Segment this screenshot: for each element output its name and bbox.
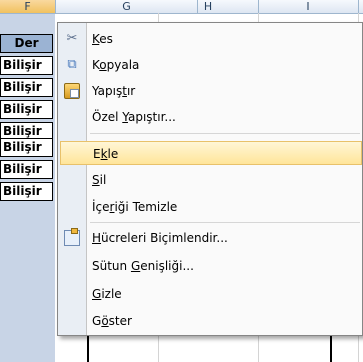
copy-icon: ⧉ <box>67 57 77 72</box>
menu-item-hucreleri-bicimlendir[interactable]: Hücreleri Biçimlendir... <box>60 226 362 250</box>
paste-icon <box>64 83 80 99</box>
cell[interactable]: Bilişir <box>0 100 53 119</box>
cell[interactable]: Bilişir <box>0 56 53 75</box>
menu-item-sil[interactable]: Sil <box>60 168 362 192</box>
context-menu: ✂ Kes ⧉ Kopyala Yapıştır Özel Yapıştır..… <box>57 22 363 336</box>
menu-item-goster[interactable]: Göster <box>60 309 362 333</box>
menu-item-label: İçeriği Temizle <box>92 200 178 214</box>
menu-item-yapistir[interactable]: Yapıştır <box>60 79 362 103</box>
cell[interactable]: Bilişir <box>0 182 53 201</box>
menu-item-kopyala[interactable]: ⧉ Kopyala <box>60 53 362 77</box>
menu-item-label: Hücreleri Biçimlendir... <box>92 231 228 245</box>
menu-item-label: Kopyala <box>92 58 140 72</box>
menu-item-icerigi-temizle[interactable]: İçeriği Temizle <box>60 195 362 219</box>
menu-item-kes[interactable]: ✂ Kes <box>60 27 362 51</box>
cell[interactable]: Bilişir <box>0 78 53 97</box>
cell-header[interactable]: Der <box>0 34 53 53</box>
column-header-row: F G H I <box>0 0 363 14</box>
menu-separator <box>90 133 360 134</box>
menu-item-label: Sütun Genişliği... <box>92 259 194 273</box>
cell[interactable]: Bilişir <box>0 160 53 179</box>
menu-item-label: Kes <box>92 32 113 46</box>
menu-item-ozel-yapistir[interactable]: Özel Yapıştır... <box>60 105 362 129</box>
column-header-i[interactable]: I <box>258 0 359 13</box>
menu-item-sutun-genisligi[interactable]: Sütun Genişliği... <box>60 254 362 278</box>
menu-item-label: Yapıştır <box>92 84 136 98</box>
menu-item-label: Göster <box>92 314 132 328</box>
menu-item-label: Sil <box>92 173 107 187</box>
scissors-icon: ✂ <box>66 31 78 46</box>
format-cells-icon <box>64 228 80 246</box>
menu-item-gizle[interactable]: Gizle <box>60 282 362 306</box>
menu-item-label: Gizle <box>92 287 122 301</box>
menu-item-ekle[interactable]: Ekle <box>60 141 362 165</box>
menu-item-label: Ekle <box>93 147 119 161</box>
column-header-f[interactable]: F <box>0 0 56 13</box>
column-header-h[interactable]: H <box>158 0 259 13</box>
cell[interactable]: Bilişir <box>0 138 53 157</box>
menu-separator <box>90 222 360 223</box>
menu-item-label: Özel Yapıştır... <box>92 110 176 124</box>
